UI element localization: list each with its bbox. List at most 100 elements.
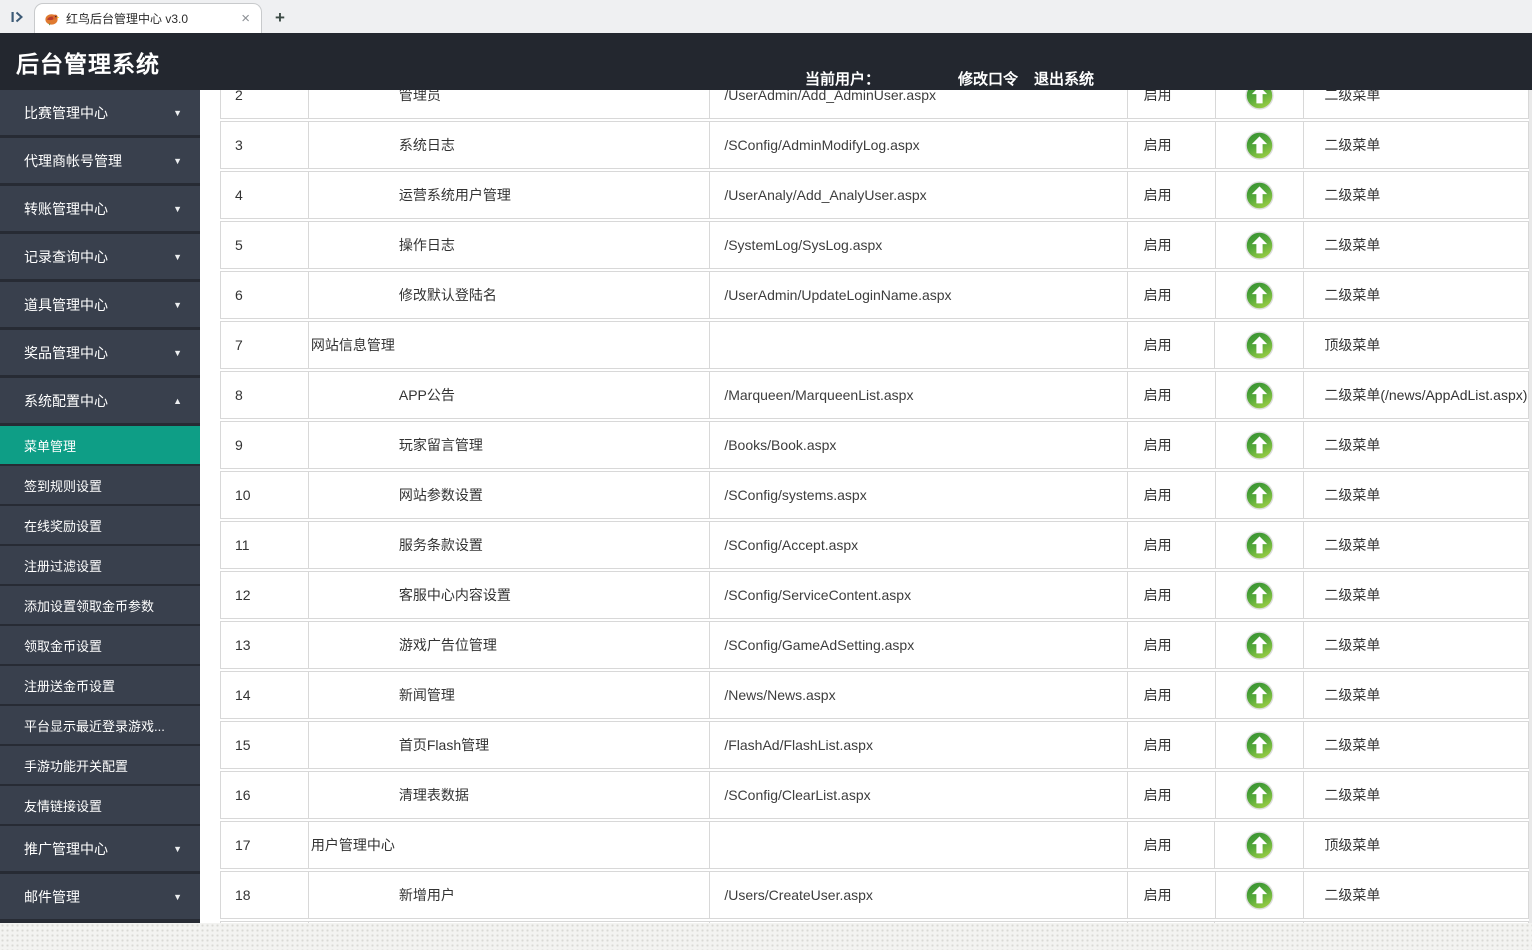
status-cell: 启用 <box>1128 622 1216 668</box>
move-up-cell <box>1216 172 1305 218</box>
sidebar-item-label: 领取金币设置 <box>24 638 103 654</box>
sidebar-item[interactable]: 领取金币设置 <box>0 626 200 664</box>
sidebar-item[interactable]: 友情链接设置 <box>0 786 200 824</box>
table-row: 11 服务条款设置 /SConfig/Accept.aspx 启用 二级菜单 <box>220 521 1529 569</box>
row-number-cell: 10 <box>221 472 309 518</box>
sidebar-item[interactable]: 菜单管理 <box>0 426 200 464</box>
caret-down-icon: ▼ <box>173 107 182 118</box>
sidebar-item[interactable]: 推广管理中心 ▼ <box>0 826 200 871</box>
sidebar-item[interactable]: 注册送金币设置 <box>0 666 200 704</box>
move-up-button[interactable] <box>1245 880 1274 910</box>
sidebar-item[interactable]: 转账管理中心 ▼ <box>0 186 200 231</box>
sidebar-item[interactable]: 邮件管理 ▼ <box>0 874 200 919</box>
menu-name-cell: 管理员 <box>309 90 711 118</box>
menu-url-cell: /SConfig/ClearList.aspx <box>710 772 1128 818</box>
menu-level-cell: 二级菜单 <box>1324 90 1381 103</box>
logout-link[interactable]: 退出系统 <box>1034 68 1094 89</box>
move-up-button[interactable] <box>1245 830 1274 860</box>
sidebar-item[interactable]: 记录查询中心 ▼ <box>0 234 200 279</box>
move-up-button[interactable] <box>1245 630 1274 660</box>
up-arrow-icon <box>1245 180 1274 210</box>
status-cell: 启用 <box>1128 822 1216 868</box>
caret-down-icon: ▼ <box>173 891 182 902</box>
move-up-button[interactable] <box>1245 130 1274 160</box>
move-up-button[interactable] <box>1245 730 1274 760</box>
main-content: 2 管理员 /UserAdmin/Add_AdminUser.aspx 启用 二… <box>200 90 1532 923</box>
move-up-button[interactable] <box>1245 680 1274 710</box>
move-up-button[interactable] <box>1245 780 1274 810</box>
menu-url-cell: /SConfig/AdminModifyLog.aspx <box>710 122 1128 168</box>
sidebar-item-label: 代理商帐号管理 <box>24 152 122 169</box>
move-up-button[interactable] <box>1245 90 1274 110</box>
up-arrow-icon <box>1245 330 1274 360</box>
menu-level-cell: 二级菜单 <box>1324 887 1381 903</box>
status-cell: 启用 <box>1128 372 1216 418</box>
status-cell: 启用 <box>1128 872 1216 918</box>
sidebar-item[interactable]: 注册过滤设置 <box>0 546 200 584</box>
move-up-cell <box>1216 222 1305 268</box>
tab-close-icon[interactable]: × <box>239 11 252 26</box>
move-up-cell <box>1216 422 1305 468</box>
change-password-link[interactable]: 修改口令 <box>958 68 1018 89</box>
browser-tab[interactable]: 红鸟后台管理中心 v3.0 × <box>34 3 262 33</box>
menu-level-cell: 二级菜单 <box>1324 787 1381 803</box>
menu-url-cell: /News/News.aspx <box>710 672 1128 718</box>
menu-url-cell: /SConfig/Accept.aspx <box>710 522 1128 568</box>
move-up-button[interactable] <box>1245 230 1274 260</box>
sidebar-item-label: 手游功能开关配置 <box>24 758 129 774</box>
move-up-button[interactable] <box>1245 180 1274 210</box>
sidebar-item[interactable]: 代理商帐号管理 ▼ <box>0 138 200 183</box>
move-up-button[interactable] <box>1245 580 1274 610</box>
sidebar-item[interactable]: 平台显示最近登录游戏... <box>0 706 200 744</box>
table-row: 5 操作日志 /SystemLog/SysLog.aspx 启用 二级菜单 <box>220 221 1529 269</box>
row-number-cell: 11 <box>221 522 309 568</box>
up-arrow-icon <box>1245 280 1274 310</box>
up-arrow-icon <box>1245 780 1274 810</box>
status-cell: 启用 <box>1128 772 1216 818</box>
sidebar-item[interactable]: 签到规则设置 <box>0 466 200 504</box>
status-cell: 启用 <box>1128 572 1216 618</box>
sidebar-item[interactable]: 奖品管理中心 ▼ <box>0 330 200 375</box>
menu-level-cell: 二级菜单(/news/AppAdList.aspx) <box>1324 387 1528 403</box>
move-up-button[interactable] <box>1245 280 1274 310</box>
sidebar-item[interactable]: 添加设置领取金币参数 <box>0 586 200 624</box>
sidebar-item-label: 平台显示最近登录游戏... <box>24 718 165 734</box>
sidebar-item[interactable]: 在线奖励设置 <box>0 506 200 544</box>
footer-strip <box>0 923 1532 950</box>
move-up-button[interactable] <box>1245 530 1274 560</box>
menu-level-cell: 二级菜单 <box>1324 287 1381 303</box>
move-up-cell <box>1216 472 1305 518</box>
menu-name-cell: 修改默认登陆名 <box>309 272 711 318</box>
menu-url-cell: /Books/Book.aspx <box>710 422 1128 468</box>
menu-level-cell: 二级菜单 <box>1324 487 1381 503</box>
menu-name-cell: 系统日志 <box>309 122 711 168</box>
menu-level-cell: 二级菜单 <box>1324 587 1381 603</box>
menu-name-cell: 玩家留言管理 <box>309 422 711 468</box>
sidebar-item[interactable]: 道具管理中心 ▼ <box>0 282 200 327</box>
menu-name-cell: 运营系统用户管理 <box>309 172 711 218</box>
sidebar-item[interactable]: 系统配置中心 ▲ <box>0 378 200 423</box>
header-user-links: 当前用户： 修改口令 退出系统 <box>805 68 1094 89</box>
caret-up-icon: ▲ <box>173 395 182 406</box>
move-up-button[interactable] <box>1245 330 1274 360</box>
panel-toggle-button[interactable] <box>0 0 34 33</box>
row-number-cell: 6 <box>221 272 309 318</box>
menu-url-cell <box>710 922 1128 923</box>
table-row: 14 新闻管理 /News/News.aspx 启用 二级菜单 <box>220 671 1529 719</box>
up-arrow-icon <box>1245 380 1274 410</box>
move-up-cell <box>1216 722 1305 768</box>
sidebar-item-label: 转账管理中心 <box>24 200 108 217</box>
move-up-cell <box>1216 622 1305 668</box>
menu-name-cell <box>309 922 711 923</box>
move-up-button[interactable] <box>1245 380 1274 410</box>
table-row: 12 客服中心内容设置 /SConfig/ServiceContent.aspx… <box>220 571 1529 619</box>
menu-name-cell: 游戏广告位管理 <box>309 622 711 668</box>
move-up-cell <box>1216 90 1305 118</box>
new-tab-button[interactable]: + <box>275 9 285 26</box>
sidebar-item[interactable]: 手游功能开关配置 <box>0 746 200 784</box>
sidebar-item[interactable]: 比赛管理中心 ▼ <box>0 90 200 135</box>
status-cell: 启用 <box>1128 422 1216 468</box>
move-up-button[interactable] <box>1245 430 1274 460</box>
move-up-cell <box>1215 322 1305 368</box>
move-up-button[interactable] <box>1245 480 1274 510</box>
